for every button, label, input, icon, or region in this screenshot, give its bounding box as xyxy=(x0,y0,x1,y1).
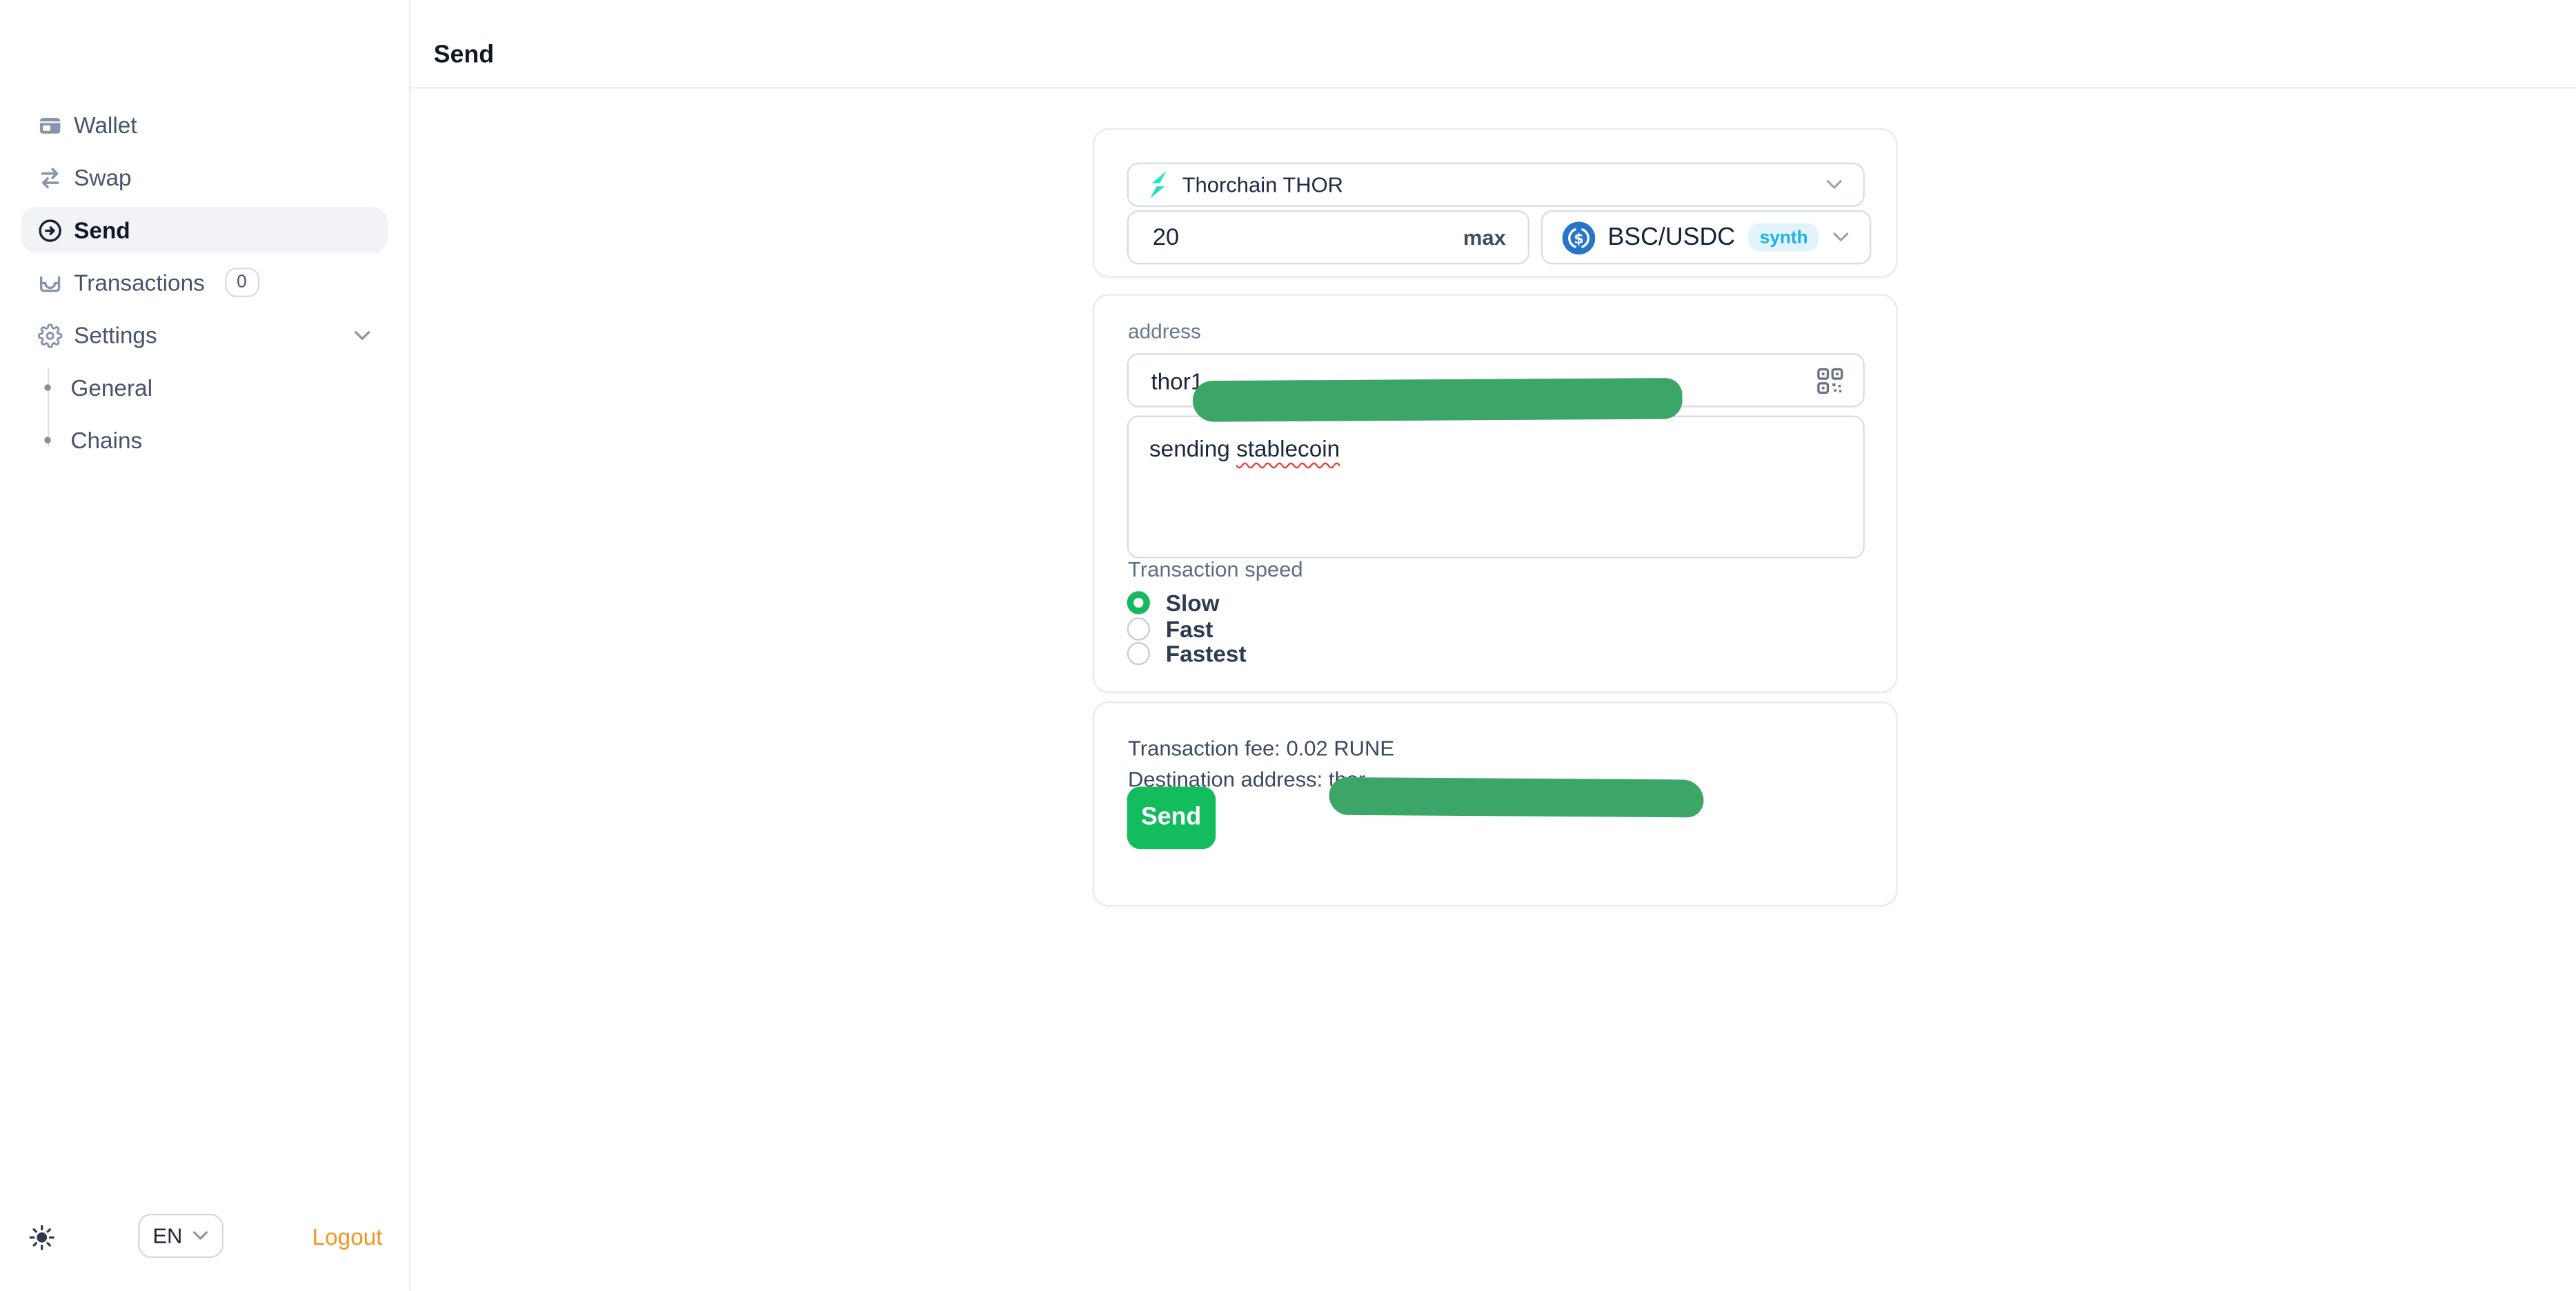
synth-badge: synth xyxy=(1748,223,1820,252)
asset-select-value: Thorchain THOR xyxy=(1182,172,1344,198)
logout-button[interactable]: Logout xyxy=(312,1224,382,1250)
radio-unselected[interactable] xyxy=(1126,617,1149,641)
radio-label: Fastest xyxy=(1165,641,1247,668)
settings-children-connector xyxy=(46,368,49,447)
thorchain-icon xyxy=(1148,170,1168,201)
radio-unselected[interactable] xyxy=(1126,643,1149,666)
sidebar-item-label: General xyxy=(70,374,153,401)
summary-card: Transaction fee: 0.02 RUNE Destination a… xyxy=(1091,700,1897,907)
radio-label: Fast xyxy=(1165,615,1213,642)
max-button[interactable]: max xyxy=(1463,226,1506,250)
usdc-icon: $ xyxy=(1561,221,1595,254)
sidebar-item-label: Chains xyxy=(70,427,143,454)
sidebar-item-label: Transactions xyxy=(74,269,205,296)
speed-option-fast[interactable]: Fast xyxy=(1126,615,1863,642)
memo-text-misspelled: stablecoin xyxy=(1236,435,1340,462)
page-title: Send xyxy=(433,41,495,70)
transaction-fee-text: Transaction fee: 0.02 RUNE xyxy=(1128,735,1395,761)
send-button[interactable]: Send xyxy=(1126,785,1216,850)
language-select[interactable]: EN xyxy=(138,1214,224,1259)
asset-select[interactable]: Thorchain THOR xyxy=(1126,163,1864,208)
sidebar-item-wallet[interactable]: Wallet xyxy=(21,102,388,148)
asset-card: Thorchain THOR max $ BSC/USDC xyxy=(1091,128,1897,279)
gear-icon xyxy=(37,322,63,348)
sidebar-item-general[interactable]: General xyxy=(21,365,388,411)
radio-label: Slow xyxy=(1165,589,1220,617)
app-window: KRYPTO B WIEDZA Send xyxy=(0,0,2576,1291)
transaction-speed-label: Transaction speed xyxy=(1128,557,1303,582)
inbox-icon xyxy=(38,270,63,295)
swap-icon xyxy=(38,165,63,190)
transactions-count-badge: 0 xyxy=(224,268,259,298)
radio-selected[interactable] xyxy=(1126,591,1149,614)
wallet-icon xyxy=(38,112,63,137)
amount-input[interactable] xyxy=(1149,223,1463,252)
memo-textarea[interactable]: sending stablecoin xyxy=(1126,415,1864,559)
chevron-down-icon xyxy=(353,329,371,341)
speed-option-fastest[interactable]: Fastest xyxy=(1126,641,1863,668)
sidebar-item-chains[interactable]: Chains xyxy=(21,417,388,463)
memo-text: sending xyxy=(1149,435,1237,462)
svg-text:$: $ xyxy=(1573,230,1583,246)
sidebar-item-swap[interactable]: Swap xyxy=(21,154,388,201)
speed-option-slow[interactable]: Slow xyxy=(1126,589,1863,617)
sidebar-item-label: Send xyxy=(74,217,130,243)
qr-code-icon[interactable] xyxy=(1816,368,1843,394)
sidebar-item-settings[interactable]: Settings xyxy=(21,312,388,358)
details-card: address sending stablecoi xyxy=(1091,294,1897,694)
chevron-down-icon xyxy=(1832,232,1850,243)
destination-redaction-scribble xyxy=(1329,776,1704,817)
sidebar-nav: Wallet Swap Send Transactions 0 Settings… xyxy=(0,102,409,470)
theme-toggle-button[interactable] xyxy=(28,1224,57,1254)
send-arrow-icon xyxy=(38,218,63,243)
sidebar-item-label: Wallet xyxy=(74,111,137,139)
language-label: EN xyxy=(152,1223,183,1249)
transaction-speed-options: Slow Fast Fastest xyxy=(1126,589,1863,668)
sidebar-item-transactions[interactable]: Transactions 0 xyxy=(21,259,388,306)
sidebar: Wallet Swap Send Transactions 0 Settings… xyxy=(0,0,411,1291)
token-select-value: BSC/USDC xyxy=(1607,223,1736,252)
token-select[interactable]: $ BSC/USDC synth xyxy=(1540,210,1872,265)
sidebar-item-label: Settings xyxy=(74,321,157,348)
sun-icon xyxy=(28,1224,55,1254)
sidebar-item-label: Swap xyxy=(74,164,132,191)
chevron-down-icon xyxy=(192,1230,209,1242)
address-redaction-scribble xyxy=(1191,377,1682,422)
sidebar-item-send[interactable]: Send xyxy=(21,207,388,253)
sidebar-footer: EN Logout xyxy=(0,1214,410,1291)
address-label: address xyxy=(1128,320,1201,344)
chevron-down-icon xyxy=(1825,179,1843,191)
amount-field: max xyxy=(1126,210,1529,265)
